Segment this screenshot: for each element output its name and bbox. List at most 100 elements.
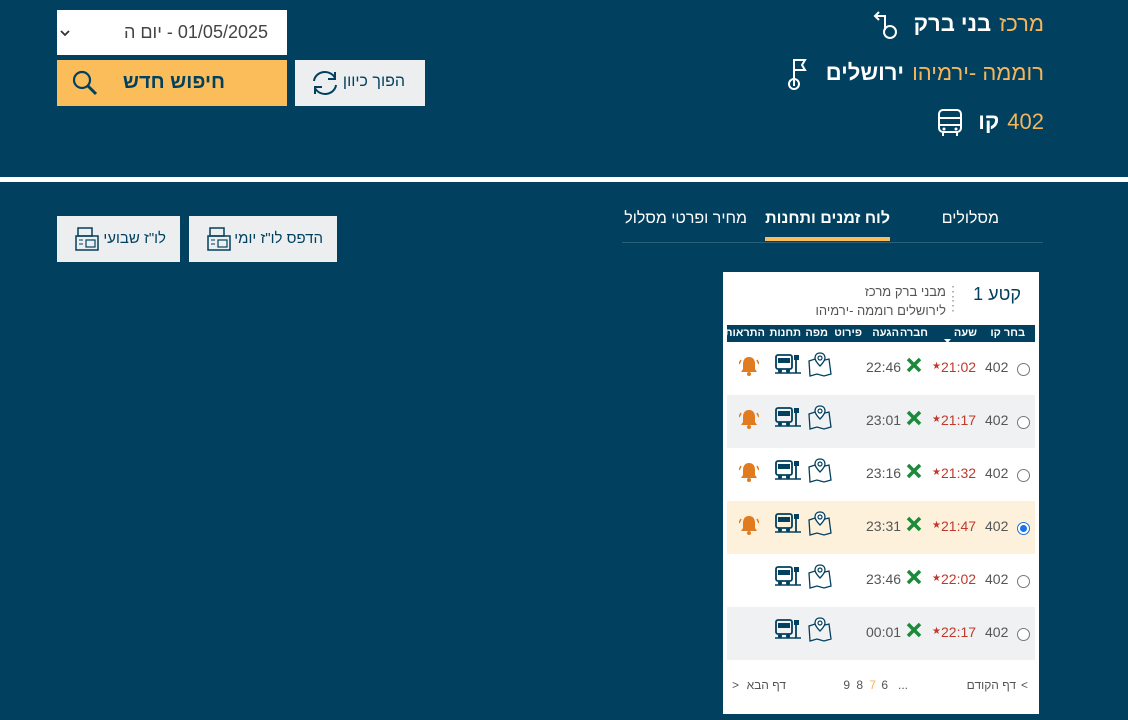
row-line: 402 (985, 571, 1009, 587)
table-row[interactable]: 402 21:32 ★ 23:16 (727, 448, 1035, 501)
prev-page-arrow[interactable]: < (1021, 678, 1028, 692)
row-arrival: 22:46 (866, 359, 902, 375)
next-page-link[interactable]: דף הבא (747, 678, 786, 692)
tab-price[interactable]: מחיר ופרטי מסלול (624, 210, 747, 228)
row-arrival: 23:31 (866, 518, 902, 534)
table-row[interactable]: 402 22:17 ★ 00:01 (727, 607, 1035, 660)
bus-icon (930, 102, 970, 142)
map-icon[interactable] (807, 510, 833, 541)
map-icon[interactable] (807, 616, 833, 647)
segment-from: מבני ברק מרכז (864, 284, 946, 299)
th-alerts: התראות (724, 327, 765, 339)
destination-city: ירושלים (825, 60, 905, 85)
bell-icon[interactable] (738, 355, 760, 382)
row-departure: 21:02 (941, 359, 977, 375)
operator-logo-icon (906, 622, 922, 638)
row-radio[interactable] (1017, 363, 1030, 376)
row-departure: 21:47 (941, 518, 977, 534)
date-select[interactable]: 01/05/2025 - יום ה (57, 10, 287, 55)
route-dots-icon: ⋮ ⋮ (946, 283, 960, 313)
origin-stop: מרכז (999, 11, 1044, 36)
new-search-button[interactable]: חיפוש חדש (57, 60, 287, 106)
flag-icon (778, 53, 818, 93)
row-arrival: 00:01 (866, 624, 902, 640)
th-details: פירוט (834, 327, 862, 339)
print-daily-button[interactable]: הדפס לו"ז יומי (189, 216, 337, 262)
page-link-9[interactable]: 9 (843, 678, 850, 692)
prev-page-link[interactable]: דף הקודם (967, 678, 1016, 692)
map-icon[interactable] (807, 404, 833, 435)
row-line: 402 (985, 518, 1009, 534)
operator-logo-icon (906, 463, 922, 479)
origin-pin-icon (866, 4, 906, 44)
pager-ellipsis: ... (897, 678, 908, 692)
table-header: בחר קו שעה חברה הגעה פירוט מפה תחנות התר… (724, 325, 1035, 343)
bell-icon[interactable] (738, 461, 760, 488)
origin-city: בני ברק (913, 11, 992, 36)
row-radio[interactable] (1017, 469, 1030, 482)
line-number: 402 (1007, 109, 1044, 134)
row-line: 402 (985, 624, 1009, 640)
page-link-6[interactable]: 6 (881, 678, 888, 692)
bell-icon[interactable] (738, 408, 760, 435)
map-icon[interactable] (807, 351, 833, 382)
table-row[interactable]: 402 22:02 ★ 23:46 (727, 554, 1035, 607)
destination-stop: רוממה -ירמיהו (912, 60, 1044, 85)
th-time[interactable]: שעה (954, 327, 977, 339)
row-line: 402 (985, 412, 1009, 428)
row-arrival: 23:01 (866, 412, 902, 428)
row-radio[interactable] (1017, 575, 1030, 588)
map-icon[interactable] (807, 563, 833, 594)
row-line: 402 (985, 465, 1009, 481)
bell-icon[interactable] (738, 514, 760, 541)
header-divider (0, 177, 1128, 182)
destination-row: ירושלים רוממה -ירמיהו (778, 53, 1044, 93)
date-select-value: 01/05/2025 - יום ה (123, 22, 268, 42)
table-row[interactable]: 402 21:47 ★ 23:31 (727, 501, 1035, 554)
row-departure: 22:02 (941, 571, 977, 587)
star-icon: ★ (932, 361, 941, 372)
row-radio[interactable] (1017, 416, 1030, 429)
row-radio[interactable] (1017, 522, 1030, 535)
table-row[interactable]: 402 21:02 ★ 22:46 (727, 342, 1035, 395)
map-icon[interactable] (807, 457, 833, 488)
row-departure: 21:17 (941, 412, 977, 428)
star-icon: ★ (932, 626, 941, 637)
segment-title: קטע 1 (973, 284, 1021, 304)
segment-to: לירושלים רוממה -ירמיהו (815, 303, 946, 318)
origin-row: בני ברק מרכז (866, 4, 1044, 44)
row-departure: 22:17 (941, 624, 977, 640)
operator-logo-icon (906, 569, 922, 585)
star-icon: ★ (932, 573, 941, 584)
tab-routes[interactable]: מסלולים (942, 210, 999, 228)
bus-stop-icon[interactable] (775, 406, 801, 433)
line-label: קו (978, 109, 1000, 134)
new-search-label: חיפוש חדש (122, 71, 225, 93)
th-choose: בחר קו (990, 327, 1025, 339)
row-departure: 21:32 (941, 465, 977, 481)
bus-stop-icon[interactable] (775, 565, 801, 592)
row-radio[interactable] (1017, 628, 1030, 641)
row-arrival: 23:16 (866, 465, 902, 481)
refresh-icon (309, 69, 341, 102)
bus-stop-icon[interactable] (775, 512, 801, 539)
page-link-current[interactable]: 7 (869, 678, 876, 692)
bus-stop-icon[interactable] (775, 618, 801, 645)
next-page-arrow[interactable]: > (732, 678, 739, 692)
bus-stop-icon[interactable] (775, 353, 801, 380)
print-icon (74, 226, 100, 257)
th-operator: חברה (899, 327, 928, 339)
tab-bar: מסלולים לוח זמנים ותחנות מחיר ופרטי מסלו… (622, 200, 1043, 243)
swap-direction-label: הפוך כיוון (342, 73, 405, 90)
page-link-8[interactable]: 8 (856, 678, 863, 692)
print-daily-label: הדפס לו"ז יומי (234, 230, 323, 247)
tab-schedule[interactable]: לוח זמנים ותחנות (765, 210, 890, 241)
star-icon: ★ (932, 414, 941, 425)
star-icon: ★ (932, 520, 941, 531)
table-row[interactable]: 402 21:17 ★ 23:01 (727, 395, 1035, 448)
print-weekly-label: לו"ז שבועי (103, 230, 166, 247)
print-weekly-button[interactable]: לו"ז שבועי (57, 216, 180, 262)
print-icon (206, 226, 232, 257)
swap-direction-button[interactable]: הפוך כיוון (295, 60, 425, 106)
bus-stop-icon[interactable] (775, 459, 801, 486)
